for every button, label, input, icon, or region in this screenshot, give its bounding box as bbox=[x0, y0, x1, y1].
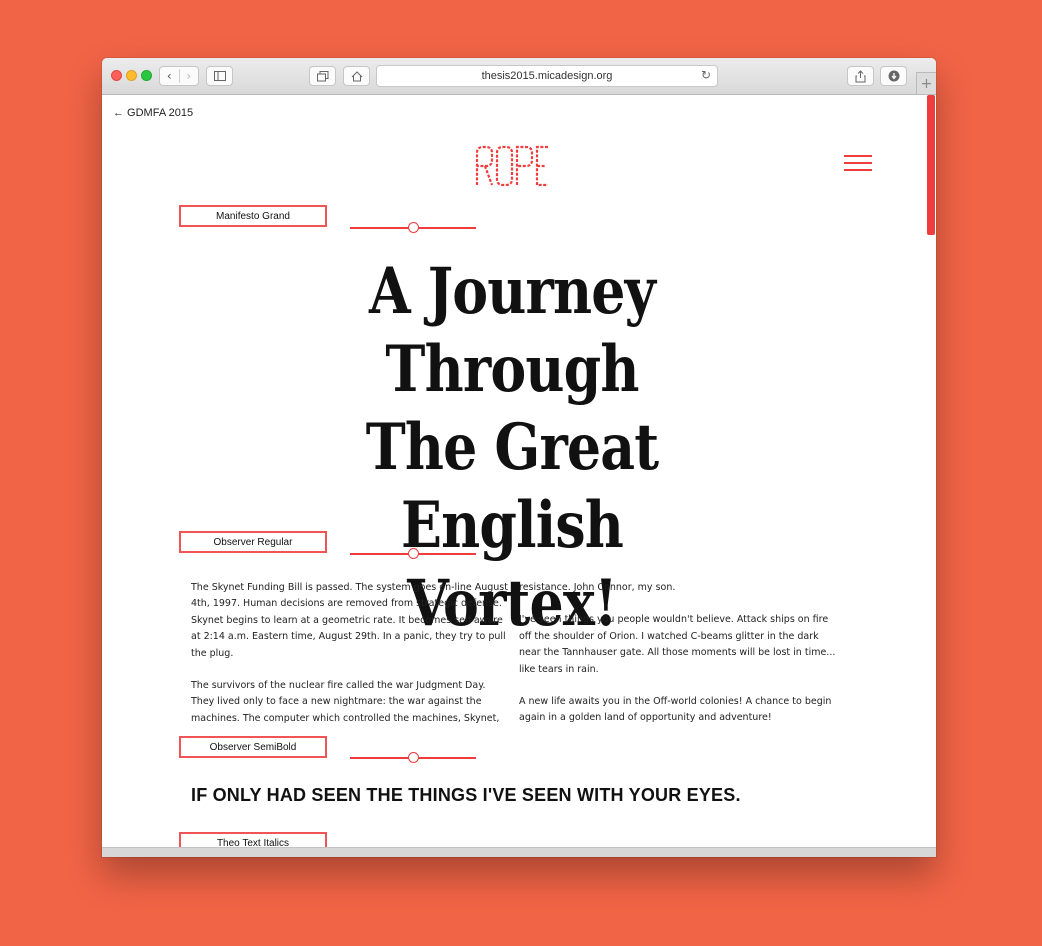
font-size-slider[interactable] bbox=[350, 548, 476, 560]
scrollbar-thumb[interactable] bbox=[927, 95, 935, 235]
forward-icon[interactable]: › bbox=[178, 69, 199, 83]
browser-window: ‹ › thesis2015.micadesign.org ↻ + ← GDMF… bbox=[102, 58, 936, 857]
download-icon bbox=[888, 70, 899, 82]
address-bar[interactable]: thesis2015.micadesign.org ↻ bbox=[376, 65, 718, 87]
slider-knob[interactable] bbox=[407, 222, 419, 233]
slider-knob[interactable] bbox=[407, 548, 419, 559]
font-size-slider[interactable] bbox=[350, 222, 476, 234]
sidebar-toggle-button[interactable] bbox=[206, 66, 233, 86]
web-page: ← GDMFA 2015 Manifesto Grand A Journey T… bbox=[102, 95, 936, 847]
paragraph: The survivors of the nuclear fire called… bbox=[191, 680, 500, 724]
rope-logo[interactable] bbox=[474, 145, 550, 187]
font-label-observer-semibold: Observer SemiBold bbox=[179, 736, 327, 758]
font-label-manifesto-grand: Manifesto Grand bbox=[179, 205, 327, 227]
browser-toolbar: ‹ › thesis2015.micadesign.org ↻ + bbox=[102, 58, 936, 95]
back-link[interactable]: ← GDMFA 2015 bbox=[113, 107, 193, 119]
zoom-window-button[interactable] bbox=[141, 70, 152, 81]
reload-icon[interactable]: ↻ bbox=[701, 68, 711, 82]
menu-icon[interactable] bbox=[844, 155, 874, 172]
headline-line: A Journey Through bbox=[368, 254, 656, 407]
tabs-icon bbox=[316, 70, 328, 81]
body-text-right: resistance. John Connor, my son. I've se… bbox=[519, 580, 837, 743]
paragraph: The Skynet Funding Bill is passed. The s… bbox=[191, 582, 508, 659]
downloads-button[interactable] bbox=[880, 66, 907, 86]
font-size-slider[interactable] bbox=[350, 752, 476, 764]
headline-line: The Great English bbox=[365, 410, 659, 563]
paragraph: A new life awaits you in the Off-world c… bbox=[519, 696, 832, 724]
minimize-window-button[interactable] bbox=[126, 70, 137, 81]
semibold-sample-line: IF ONLY HAD SEEN THE THINGS I'VE SEEN WI… bbox=[191, 785, 741, 805]
close-window-button[interactable] bbox=[111, 70, 122, 81]
paragraph: I've seen things you people wouldn't bel… bbox=[519, 614, 836, 675]
font-label-observer-regular: Observer Regular bbox=[179, 531, 327, 553]
share-icon bbox=[855, 69, 866, 82]
home-button[interactable] bbox=[343, 66, 370, 86]
home-icon bbox=[351, 70, 362, 81]
back-icon[interactable]: ‹ bbox=[160, 69, 179, 83]
slider-knob[interactable] bbox=[407, 752, 419, 763]
new-tab-button[interactable]: + bbox=[916, 72, 936, 94]
history-nav: ‹ › bbox=[159, 66, 199, 86]
share-button[interactable] bbox=[847, 66, 874, 86]
sidebar-icon bbox=[213, 71, 226, 81]
window-bottom-edge bbox=[102, 847, 936, 857]
body-text-left: The Skynet Funding Bill is passed. The s… bbox=[191, 580, 509, 727]
url-text: thesis2015.micadesign.org bbox=[481, 70, 613, 82]
font-label-theo-text-italics: Theo Text Italics bbox=[179, 832, 327, 847]
tab-overview-button[interactable] bbox=[309, 66, 336, 86]
paragraph: resistance. John Connor, my son. bbox=[519, 582, 676, 593]
